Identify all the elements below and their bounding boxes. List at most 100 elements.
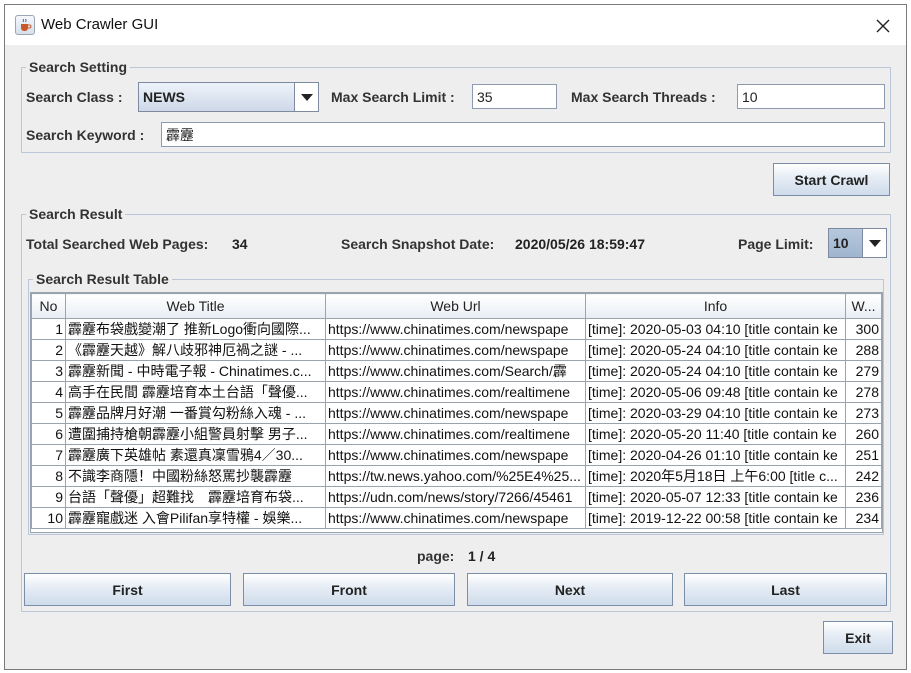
snapshot-date-label: Search Snapshot Date:	[341, 236, 495, 252]
window-title: Web Crawler GUI	[41, 16, 159, 33]
page-limit-dropdown-button[interactable]	[862, 229, 886, 257]
cell-no: 3	[31, 360, 66, 382]
page-limit-label: Page Limit:	[738, 236, 814, 252]
page-limit-select[interactable]: 10	[828, 228, 887, 258]
cell-web-title: 霹靂布袋戲變潮了 推新Logo衝向國際...	[65, 318, 326, 340]
chevron-down-icon	[301, 94, 313, 101]
cell-info: [time]: 2020-04-26 01:10 [title contain …	[585, 444, 846, 466]
table-row[interactable]: 9 台語「聲優」超難找 霹靂培育布袋... https://udn.com/news…	[31, 486, 882, 508]
cell-web-title: 霹靂廣下英雄帖 素還真凜雪鴉4／30...	[65, 444, 326, 466]
snapshot-date-value: 2020/05/26 18:59:47	[515, 236, 645, 252]
cell-info: [time]: 2020-03-29 04:10 [title contain …	[585, 402, 846, 424]
cell-no: 6	[31, 423, 66, 445]
table-header-row: No Web Title Web Url Info W...	[31, 293, 882, 319]
search-result-legend: Search Result	[29, 206, 123, 222]
cell-web-url: https://www.chinatimes.com/newspape	[325, 444, 586, 466]
cell-weight: 251	[845, 444, 882, 466]
first-page-button[interactable]: First	[24, 573, 231, 606]
cell-no: 9	[31, 486, 66, 508]
cell-web-title: 不識李商隱！中國粉絲怒罵抄襲霹靂	[65, 465, 326, 487]
cell-web-url: https://www.chinatimes.com/newspape	[325, 318, 586, 340]
table-row[interactable]: 4 高手在民間 霹靂培育本土台語「聲優... https://www.chinati…	[31, 381, 882, 403]
cell-web-url: https://www.chinatimes.com/Search/霹	[325, 360, 586, 382]
cell-web-url: https://www.chinatimes.com/realtimene	[325, 381, 586, 403]
search-keyword-label: Search Keyword :	[26, 127, 145, 143]
close-button[interactable]	[871, 15, 895, 37]
cell-web-url: https://www.chinatimes.com/realtimene	[325, 423, 586, 445]
max-search-limit-label: Max Search Limit :	[331, 89, 455, 105]
table-row[interactable]: 2 《霹靂天越》解八歧邪神厄禍之謎 - ... https://www.chinat…	[31, 339, 882, 361]
cell-weight: 279	[845, 360, 882, 382]
max-search-limit-input[interactable]	[472, 84, 557, 109]
front-page-button[interactable]: Front	[243, 573, 455, 606]
cell-no: 10	[31, 507, 66, 529]
column-header-web-title[interactable]: Web Title	[65, 293, 326, 319]
cell-weight: 242	[845, 465, 882, 487]
search-class-label: Search Class :	[26, 89, 123, 105]
total-pages-value: 34	[232, 236, 248, 252]
page-indicator-value: 1 / 4	[468, 548, 496, 564]
column-header-info[interactable]: Info	[585, 293, 846, 319]
cell-weight: 273	[845, 402, 882, 424]
cell-web-title: 《霹靂天越》解八歧邪神厄禍之謎 - ...	[65, 339, 326, 361]
cell-web-url: https://udn.com/news/story/7266/45461	[325, 486, 586, 508]
cell-web-url: https://www.chinatimes.com/newspape	[325, 507, 586, 529]
cell-info: [time]: 2020-05-07 12:33 [title contain …	[585, 486, 846, 508]
search-result-table-legend: Search Result Table	[36, 271, 169, 287]
cell-web-title: 遭圍捕持槍朝霹靂小組警員射擊 男子...	[65, 423, 326, 445]
cell-web-url: https://tw.news.yahoo.com/%25E4%25...	[325, 465, 586, 487]
table-row[interactable]: 5 霹靂品牌月好潮 一番賞勾粉絲入魂 - ... https://www.china…	[31, 402, 882, 424]
cell-info: [time]: 2020-05-24 04:10 [title contain …	[585, 339, 846, 361]
search-setting-legend: Search Setting	[29, 59, 128, 75]
cell-weight: 288	[845, 339, 882, 361]
cell-no: 5	[31, 402, 66, 424]
exit-button[interactable]: Exit	[823, 621, 893, 654]
cell-info: [time]: 2020-05-20 11:40 [title contain …	[585, 423, 846, 445]
cell-weight: 300	[845, 318, 882, 340]
column-header-weight[interactable]: W...	[845, 293, 882, 319]
search-class-dropdown-button[interactable]	[294, 83, 318, 111]
table-row[interactable]: 7 霹靂廣下英雄帖 素還真凜雪鴉4／30... https://www.chinat…	[31, 444, 882, 466]
cell-web-url: https://www.chinatimes.com/newspape	[325, 402, 586, 424]
search-keyword-input[interactable]	[161, 122, 885, 147]
last-page-button[interactable]: Last	[684, 573, 887, 606]
cell-weight: 236	[845, 486, 882, 508]
cell-no: 7	[31, 444, 66, 466]
column-header-web-url[interactable]: Web Url	[325, 293, 586, 319]
cell-info: [time]: 2020-05-03 04:10 [title contain …	[585, 318, 846, 340]
search-class-select[interactable]: NEWS	[138, 82, 319, 112]
cell-web-title: 霹靂品牌月好潮 一番賞勾粉絲入魂 - ...	[65, 402, 326, 424]
title-bar: Web Crawler GUI	[5, 5, 906, 45]
java-cup-icon	[15, 15, 35, 35]
cell-weight: 260	[845, 423, 882, 445]
cell-web-title: 霹靂新聞 - 中時電子報 - Chinatimes.c...	[65, 360, 326, 382]
app-window: Web Crawler GUI Search Setting Search Cl…	[4, 4, 907, 670]
cell-info: [time]: 2020-05-06 09:48 [title contain …	[585, 381, 846, 403]
next-page-button[interactable]: Next	[467, 573, 673, 606]
column-header-no[interactable]: No	[31, 293, 66, 319]
cell-info: [time]: 2020-05-24 04:10 [title contain …	[585, 360, 846, 382]
page-limit-value: 10	[833, 235, 849, 251]
cell-weight: 234	[845, 507, 882, 529]
page-indicator-label: page:	[417, 548, 455, 564]
start-crawl-button[interactable]: Start Crawl	[773, 163, 890, 196]
cell-no: 4	[31, 381, 66, 403]
cell-web-title: 霹靂寵戲迷 入會Pilifan享特權 - 娛樂...	[65, 507, 326, 529]
table-row[interactable]: 1 霹靂布袋戲變潮了 推新Logo衝向國際... https://www.china…	[31, 318, 882, 340]
search-class-value: NEWS	[143, 89, 185, 105]
table-row[interactable]: 3 霹靂新聞 - 中時電子報 - Chinatimes.c... https://w…	[31, 360, 882, 382]
cell-weight: 278	[845, 381, 882, 403]
results-table: No Web Title Web Url Info W... 1 霹靂布袋戲變潮了…	[31, 293, 882, 529]
cell-no: 1	[31, 318, 66, 340]
max-search-threads-input[interactable]	[737, 84, 885, 109]
table-row[interactable]: 6 遭圍捕持槍朝霹靂小組警員射擊 男子... https://www.chinati…	[31, 423, 882, 445]
max-search-threads-label: Max Search Threads :	[571, 89, 716, 105]
table-row[interactable]: 8 不識李商隱！中國粉絲怒罵抄襲霹靂 https://tw.news.yahoo.c…	[31, 465, 882, 487]
chevron-down-icon	[869, 240, 881, 247]
cell-info: [time]: 2019-12-22 00:58 [title contain …	[585, 507, 846, 529]
cell-web-title: 台語「聲優」超難找 霹靂培育布袋...	[65, 486, 326, 508]
cell-web-title: 高手在民間 霹靂培育本土台語「聲優...	[65, 381, 326, 403]
table-row[interactable]: 10 霹靂寵戲迷 入會Pilifan享特權 - 娛樂... https://www.…	[31, 507, 882, 529]
cell-info: [time]: 2020年5月18日 上午6:00 [title c...	[585, 465, 846, 487]
close-icon	[876, 19, 890, 33]
